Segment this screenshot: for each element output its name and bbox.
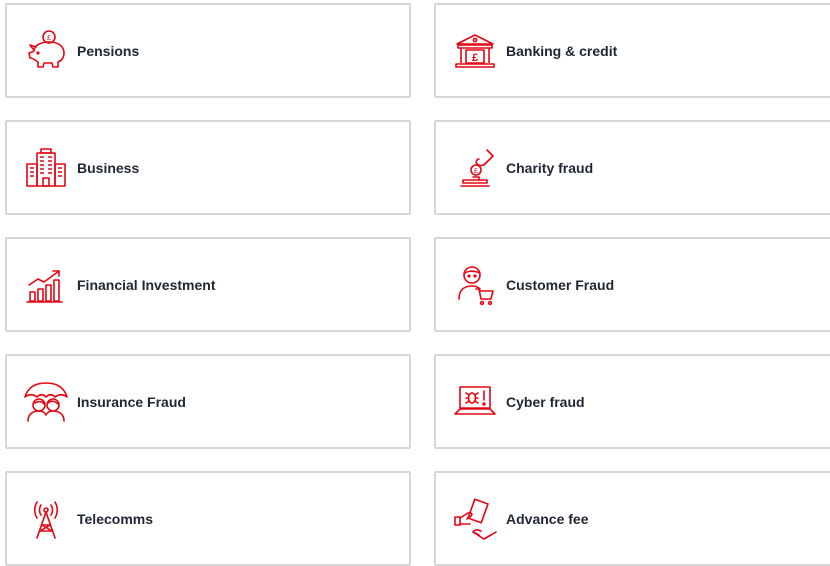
growth-chart-icon: [21, 260, 71, 310]
category-card-financial[interactable]: Financial Investment: [5, 237, 411, 332]
svg-text:£: £: [474, 168, 478, 175]
charity-donation-icon: £: [450, 143, 500, 193]
piggy-bank-icon: £: [21, 26, 71, 76]
category-card-banking[interactable]: £ Banking & credit: [434, 3, 830, 98]
category-card-charity[interactable]: £ Charity fraud: [434, 120, 830, 215]
category-card-customer[interactable]: Customer Fraud: [434, 237, 830, 332]
category-label: Customer Fraud: [506, 276, 615, 293]
hand-passing-money-icon: [450, 494, 500, 544]
category-label: Financial Investment: [77, 276, 216, 293]
category-card-telecomms[interactable]: Telecomms: [5, 471, 411, 566]
category-label: Advance fee: [506, 510, 589, 527]
category-card-advance[interactable]: Advance fee: [434, 471, 830, 566]
category-card-cyber[interactable]: Cyber fraud: [434, 354, 830, 449]
category-card-pensions[interactable]: £ Pensions: [5, 3, 411, 98]
laptop-bug-icon: [450, 377, 500, 427]
category-label: Cyber fraud: [506, 393, 585, 410]
category-label: Telecomms: [77, 510, 153, 527]
svg-text:£: £: [47, 35, 51, 42]
radio-tower-icon: [21, 494, 71, 544]
shopper-cart-icon: [450, 260, 500, 310]
bank-building-icon: £: [450, 26, 500, 76]
category-label: Business: [77, 159, 140, 176]
svg-text:£: £: [472, 52, 478, 64]
category-label: Pensions: [77, 42, 140, 59]
category-label: Charity fraud: [506, 159, 594, 176]
family-umbrella-icon: [21, 377, 71, 427]
category-label: Banking & credit: [506, 42, 618, 59]
category-card-business[interactable]: Business: [5, 120, 411, 215]
category-label: Insurance Fraud: [77, 393, 186, 410]
office-building-icon: [21, 143, 71, 193]
category-card-insurance[interactable]: Insurance Fraud: [5, 354, 411, 449]
